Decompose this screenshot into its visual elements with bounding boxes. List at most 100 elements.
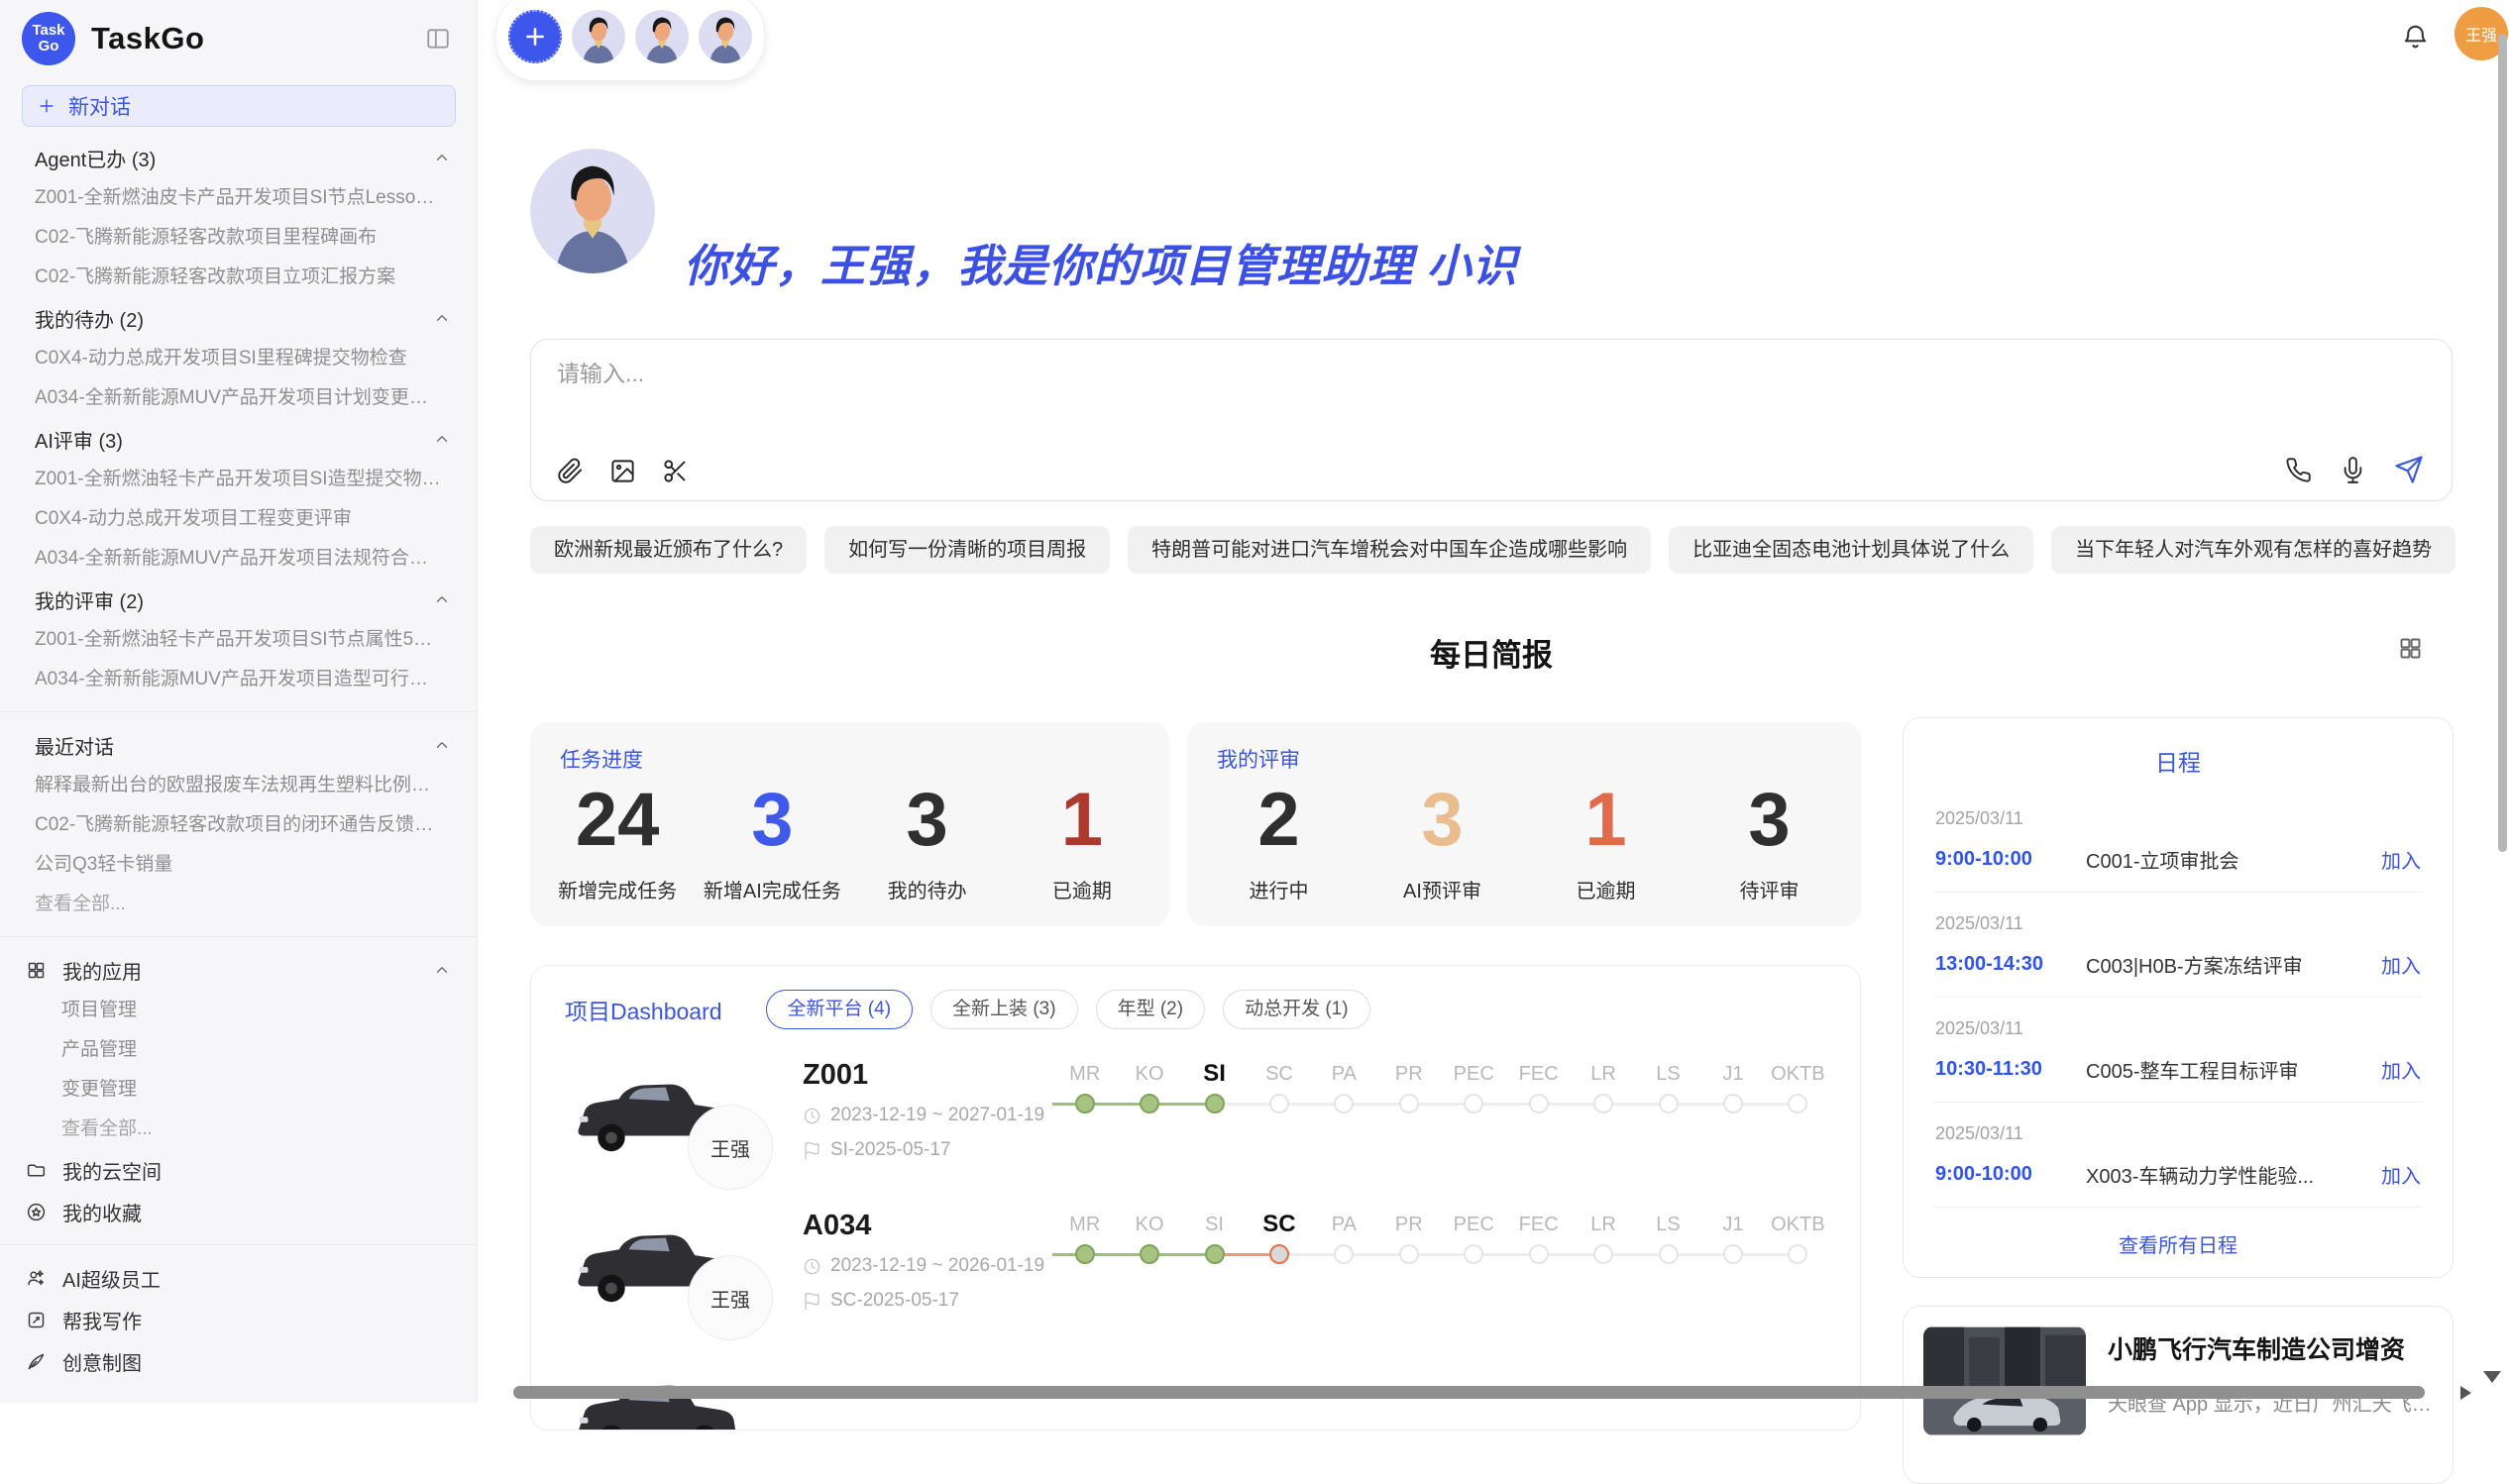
phone-icon[interactable] [2285,457,2312,483]
sidebar-item[interactable]: Z001-全新燃油轻卡产品开发项目SI节点属性5D文件评审 [0,620,477,660]
section-title: 最近对话 [35,731,114,760]
sidebar-item-创意制图[interactable]: 创意制图 [0,1340,477,1382]
milestone-step: PR [1376,1210,1441,1267]
milestone-segment [1094,1103,1118,1106]
mic-icon[interactable] [2340,457,2366,483]
milestone-segment [1442,1103,1466,1106]
flag-icon [803,1292,821,1311]
sidebar-app-item[interactable]: 产品管理 [0,1030,477,1070]
schedule-title: 日程 [1933,744,2423,778]
sidebar-collapse-icon[interactable] [425,26,451,52]
milestone-dot-row [1247,1243,1311,1267]
sidebar-section-header[interactable]: 我的待办 (2) [0,297,477,339]
sidebar-item[interactable]: C02-飞腾新能源轻客改款项目立项汇报方案 [0,258,477,297]
project-date-range: 2023-12-19 ~ 2027-01-19 [803,1105,1052,1126]
stat-row: 2进行中3AI预评审1已逾期3待评审 [1197,782,1851,903]
horizontal-scrollbar-thumb[interactable] [513,1386,2425,1399]
suggestion-chip[interactable]: 比亚迪全固态电池计划具体说了什么 [1669,526,2033,574]
sidebar-item-我的收藏[interactable]: 我的收藏 [0,1191,477,1232]
milestone-label: OKTB [1766,1210,1830,1243]
dashboard-title: 项目Dashboard [565,993,722,1026]
view-all-link[interactable]: 查看全部... [0,1110,477,1149]
milestone-label: LR [1571,1059,1635,1093]
project-row[interactable]: 王强A0342023-12-19 ~ 2026-01-19SC-2025-05-… [531,1186,1860,1336]
dashboard-tab[interactable]: 动总开发 (1) [1223,990,1370,1029]
message-input[interactable] [555,360,2428,388]
milestone-segment [1571,1103,1594,1106]
suggestion-chip[interactable]: 欧洲新规最近颁布了什么? [530,526,807,574]
dashboard-tab[interactable]: 年型 (2) [1096,990,1206,1029]
vertical-scrollbar-thumb[interactable] [2498,34,2507,852]
dashboard-tab[interactable]: 全新上装 (3) [930,990,1078,1029]
scroll-down-arrow-icon[interactable] [2483,1371,2501,1383]
member-avatar[interactable] [572,10,625,63]
sidebar-item[interactable]: Z001-全新燃油皮卡产品开发项目SI节点Lesson Learn报告 [0,178,477,218]
sidebar-item[interactable]: Z001-全新燃油轻卡产品开发项目SI造型提交物评审 [0,460,477,499]
suggestion-chip[interactable]: 特朗普可能对进口汽车增税会对中国车企造成哪些影响 [1128,526,1651,574]
sidebar-section-header[interactable]: 最近对话 [0,724,477,766]
greeting-text: 你好，王强，我是你的项目管理助理 小识 [684,230,1518,294]
project-row[interactable]: 王强Z0012023-12-19 ~ 2027-01-19SI-2025-05-… [531,1035,1860,1186]
milestone-dot-row [1182,1243,1247,1267]
milestone-segment [1312,1103,1336,1106]
sidebar-item[interactable]: C02-飞腾新能源轻客改款项目的闭环通告反馈情况 [0,805,477,845]
join-link[interactable]: 加入 [2381,1160,2421,1189]
sidebar-item[interactable]: A034-全新新能源MUV产品开发项目法规符合性评审 [0,539,477,579]
milestone-dot-row [1636,1093,1700,1116]
sidebar-item-label: 我的云空间 [62,1156,162,1185]
view-all-link[interactable]: 查看全部... [0,885,477,924]
sidebar-item[interactable]: A034-全新新能源MUV产品开发项目造型可行性评审 [0,660,477,699]
image-icon[interactable] [609,458,636,484]
milestone-dot-row [1766,1093,1830,1116]
member-avatar[interactable] [635,10,689,63]
milestone-segment [1224,1253,1248,1256]
sidebar-section-header[interactable]: AI评审 (3) [0,418,477,460]
milestone-dot [1334,1244,1354,1264]
sidebar-item-AI超级员工[interactable]: AI超级员工 [0,1257,477,1299]
sidebar-app-item[interactable]: 变更管理 [0,1070,477,1110]
sidebar-item[interactable]: 解释最新出台的欧盟报废车法规再生塑料比例被调至15%... [0,766,477,805]
attach-icon[interactable] [557,458,584,484]
milestone-segment [1742,1253,1766,1256]
new-session-button[interactable] [508,10,562,63]
sidebar-item-帮我写作[interactable]: 帮我写作 [0,1299,477,1340]
sidebar-section-header[interactable]: 我的应用 [0,949,477,991]
join-link[interactable]: 加入 [2381,845,2421,874]
sidebar-item[interactable]: 公司Q3轻卡销量 [0,845,477,885]
sidebar-item[interactable]: A034-全新新能源MUV产品开发项目计划变更表编写 [0,378,477,418]
join-link[interactable]: 加入 [2381,1055,2421,1084]
sidebar-section-header[interactable]: Agent已办 (3) [0,137,477,178]
sidebar-item[interactable]: C0X4-动力总成开发项目SI里程碑提交物检查 [0,339,477,378]
dashboard-tab[interactable]: 全新平台 (4) [766,990,914,1029]
milestone-segment [1636,1253,1660,1256]
send-icon[interactable] [2394,455,2424,484]
scissors-icon[interactable] [662,458,689,484]
date-range-text: 2023-12-19 ~ 2026-01-19 [830,1255,1044,1277]
sidebar-item[interactable]: C02-飞腾新能源轻客改款项目里程碑画布 [0,218,477,258]
sidebar-app-item[interactable]: 项目管理 [0,991,477,1030]
composer-right-tools [2285,455,2424,484]
milestone-segment [1353,1103,1376,1106]
logo-text-top: Task [32,23,64,39]
milestone-dot [1269,1244,1289,1264]
schedule-time: 9:00-10:00 [1935,1163,2086,1186]
view-all-schedule-link[interactable]: 查看所有日程 [1933,1229,2423,1258]
suggestion-chip[interactable]: 如何写一份清晰的项目周报 [824,526,1110,574]
join-link[interactable]: 加入 [2381,950,2421,979]
chevron-up-icon [433,736,451,754]
scroll-right-arrow-icon[interactable] [2460,1386,2471,1400]
briefing-layout-icon[interactable] [2397,635,2424,662]
bell-icon[interactable] [2401,22,2430,51]
sidebar-section-header[interactable]: 我的评审 (2) [0,579,477,620]
milestone-step: KO [1117,1210,1181,1267]
new-chat-button[interactable]: 新对话 [22,85,456,127]
schedule-time: 10:30-11:30 [1935,1058,2086,1081]
suggestion-chip[interactable]: 当下年轻人对汽车外观有怎样的喜好趋势 [2051,526,2455,574]
sidebar-item[interactable]: C0X4-动力总成开发项目工程变更评审 [0,499,477,539]
stat: 3待评审 [1688,782,1851,903]
milestone-step: MR [1052,1210,1117,1267]
sidebar-item-label: 创意制图 [62,1347,142,1376]
stat: 1已逾期 [1524,782,1688,903]
member-avatar[interactable] [699,10,752,63]
sidebar-item-我的云空间[interactable]: 我的云空间 [0,1149,477,1191]
